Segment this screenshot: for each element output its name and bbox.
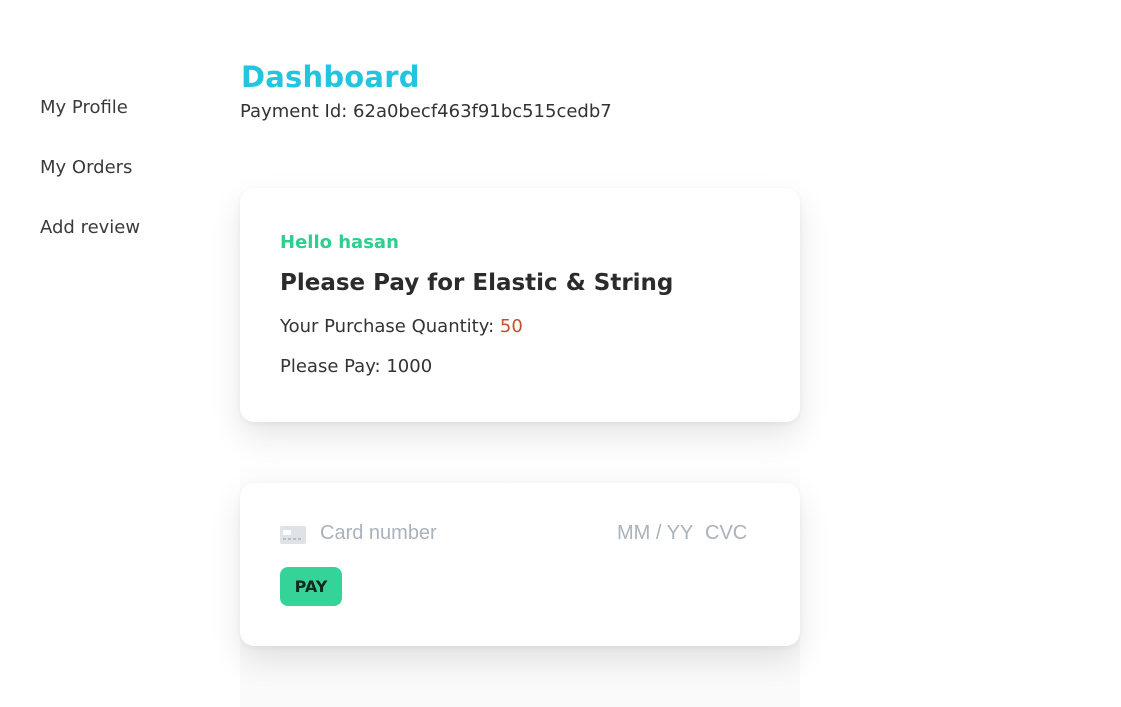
- quantity-label: Your Purchase Quantity:: [280, 316, 500, 337]
- sidebar: My Profile My Orders Add review: [40, 96, 220, 276]
- credit-card-icon: [280, 526, 306, 544]
- card-element[interactable]: Card number MM / YY CVC: [280, 521, 750, 549]
- order-summary-card: Hello hasan Please Pay for Elastic & Str…: [240, 188, 800, 422]
- sidebar-item-my-profile[interactable]: My Profile: [40, 96, 220, 120]
- product-title: Please Pay for Elastic & String: [280, 270, 674, 296]
- payment-card: Card number MM / YY CVC PAY: [240, 483, 800, 646]
- card-expiry-input[interactable]: MM / YY: [617, 522, 693, 545]
- page-title: Dashboard: [241, 60, 420, 94]
- pay-button[interactable]: PAY: [280, 567, 342, 606]
- main-content: Dashboard Payment Id: 62a0becf463f91bc51…: [240, 0, 1121, 707]
- page: My Profile My Orders Add review Dashboar…: [0, 0, 1121, 707]
- sidebar-item-my-orders[interactable]: My Orders: [40, 156, 220, 180]
- card-cvc-input[interactable]: CVC: [705, 522, 747, 545]
- card-number-input[interactable]: Card number: [320, 522, 437, 545]
- payment-id-text: Payment Id: 62a0becf463f91bc515cedb7: [240, 101, 612, 122]
- quantity-value: 50: [499, 316, 523, 337]
- sidebar-item-add-review[interactable]: Add review: [40, 216, 220, 240]
- payment-amount: Please Pay: 1000: [280, 356, 433, 377]
- purchase-quantity: Your Purchase Quantity: 50: [280, 316, 523, 337]
- greeting-text: Hello hasan: [280, 232, 399, 253]
